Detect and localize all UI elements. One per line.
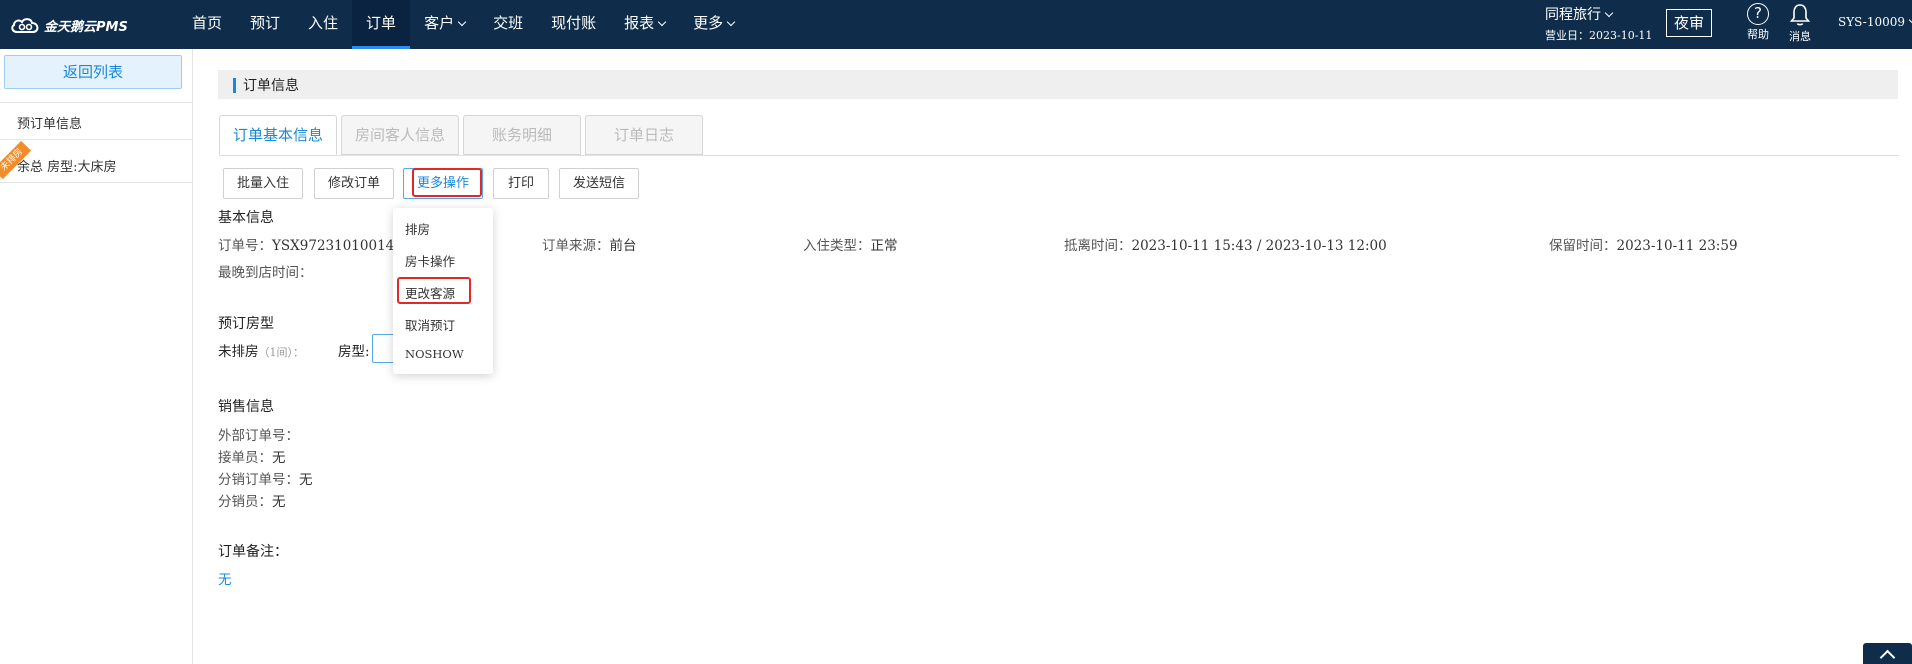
nav-item-5[interactable]: 交班	[479, 0, 537, 49]
sidebar-item-booking-info[interactable]: 预订单信息	[17, 113, 82, 132]
booking-rooms-title: 预订房型	[218, 316, 274, 332]
modify-order-button[interactable]: 修改订单	[314, 168, 394, 199]
nav-item-2[interactable]: 入住	[294, 0, 352, 49]
sidebar-divider	[0, 139, 192, 140]
nav-item-0[interactable]: 首页	[178, 0, 236, 49]
tab-0[interactable]: 订单基本信息	[219, 115, 337, 155]
send-sms-button[interactable]: 发送短信	[559, 168, 639, 199]
order-number-field: 订单号：YSX97231010014	[218, 238, 395, 254]
chevron-down-icon	[657, 17, 667, 27]
print-button[interactable]: 打印	[493, 168, 549, 199]
logo-text: 金天鹅云PMS	[44, 19, 128, 35]
sidebar-divider	[0, 102, 192, 103]
chevron-down-icon	[726, 17, 736, 27]
nav-item-4[interactable]: 客户	[410, 0, 479, 49]
room-type-label: 房型:	[338, 344, 370, 360]
distribution-order-field: 分销订单号：无	[218, 472, 313, 488]
left-sidebar: 返回列表 预订单信息 余总 房型:大床房 未排房	[0, 49, 193, 664]
nav-item-label: 首页	[192, 14, 223, 32]
batch-checkin-button[interactable]: 批量入住	[223, 168, 303, 199]
hold-time-field: 保留时间：2023-10-11 23:59	[1549, 238, 1738, 254]
help-label: 帮助	[1747, 28, 1769, 41]
nav-item-label: 入住	[308, 14, 339, 32]
bell-icon	[1789, 4, 1811, 26]
nav-item-label: 报表	[624, 14, 655, 32]
app-logo[interactable]: 金天鹅云PMS	[10, 14, 128, 36]
nav-item-6[interactable]: 现付账	[537, 0, 610, 49]
menu-item-change-source[interactable]: 更改客源	[405, 283, 455, 302]
order-info-header: 订单信息	[218, 70, 1898, 99]
checkin-type-field: 入住类型：正常	[803, 238, 898, 254]
nav-item-8[interactable]: 更多	[679, 0, 748, 49]
messages-button[interactable]: 消息	[1782, 3, 1818, 44]
nav-item-label: 现付账	[551, 14, 597, 32]
nav-item-label: 预订	[250, 14, 281, 32]
chevron-down-icon	[1604, 8, 1614, 18]
night-audit-button[interactable]: 夜审	[1666, 9, 1712, 37]
nav-item-1[interactable]: 预订	[236, 0, 294, 49]
remarks-title: 订单备注：	[218, 544, 288, 560]
remarks-value[interactable]: 无	[218, 568, 232, 588]
user-name: SYS-10009	[1838, 15, 1906, 29]
nav-item-label: 交班	[493, 14, 524, 32]
messages-label: 消息	[1789, 30, 1811, 43]
nav-item-label: 客户	[424, 14, 455, 32]
more-actions-dropdown: 排房 房卡操作 更改客源 取消预订 NOSHOW	[393, 208, 493, 374]
distributor-field: 分销员：无	[218, 494, 286, 510]
business-date: 营业日：2023-10-11	[1545, 29, 1653, 42]
tab-2[interactable]: 账务明细	[463, 115, 581, 155]
menu-item-cancel-booking[interactable]: 取消预订	[405, 315, 455, 334]
tab-3[interactable]: 订单日志	[585, 115, 703, 155]
menu-item-noshow[interactable]: NOSHOW	[405, 347, 464, 361]
nav-item-3[interactable]: 订单	[352, 0, 411, 49]
help-icon: ?	[1747, 3, 1769, 25]
latest-arrival-field: 最晚到店时间：	[218, 265, 313, 281]
external-order-field: 外部订单号：	[218, 428, 299, 444]
chevron-down-icon	[457, 17, 467, 27]
stay-period-field: 抵离时间：2023-10-11 15:43 / 2023-10-13 12:00	[1064, 238, 1387, 254]
tab-1[interactable]: 房间客人信息	[341, 115, 459, 155]
unassigned-rooms-field: 未排房（1间）：	[218, 344, 304, 360]
top-navigation-bar: 金天鹅云PMS 首页 预订 入住 订单 客户 交班 现付账 报表 更多 同程旅行 营业日：202…	[0, 0, 1912, 49]
basic-info-title: 基本信息	[218, 210, 274, 226]
sales-info-title: 销售信息	[218, 399, 274, 415]
nav-item-7[interactable]: 报表	[610, 0, 679, 49]
sidebar-divider	[0, 182, 192, 183]
nav-item-label: 更多	[693, 14, 724, 32]
sidebar-item-room[interactable]: 余总 房型:大床房	[17, 156, 117, 175]
hotel-name: 同程旅行	[1545, 4, 1652, 24]
help-button[interactable]: ? 帮助	[1740, 3, 1776, 42]
main-nav: 首页 预订 入住 订单 客户 交班 现付账 报表 更多	[178, 0, 748, 49]
user-menu[interactable]: SYS-10009	[1838, 15, 1912, 29]
scroll-to-top-button[interactable]	[1863, 643, 1912, 664]
menu-item-assign-room[interactable]: 排房	[405, 219, 430, 238]
cloud-logo-icon	[11, 18, 39, 33]
tabs-divider	[219, 155, 1899, 156]
hotel-selector[interactable]: 同程旅行 营业日：2023-10-11	[1545, 4, 1652, 43]
header-accent-bar	[233, 78, 236, 93]
more-actions-button[interactable]: 更多操作	[403, 168, 483, 199]
order-source-field: 订单来源：前台	[542, 238, 637, 254]
receiver-field: 接单员：无	[218, 450, 286, 466]
chevron-up-icon	[1879, 649, 1896, 664]
back-to-list-button[interactable]: 返回列表	[4, 55, 182, 89]
nav-item-label: 订单	[366, 14, 397, 32]
panel-title: 订单信息	[243, 78, 299, 94]
menu-item-room-card[interactable]: 房卡操作	[405, 251, 455, 270]
